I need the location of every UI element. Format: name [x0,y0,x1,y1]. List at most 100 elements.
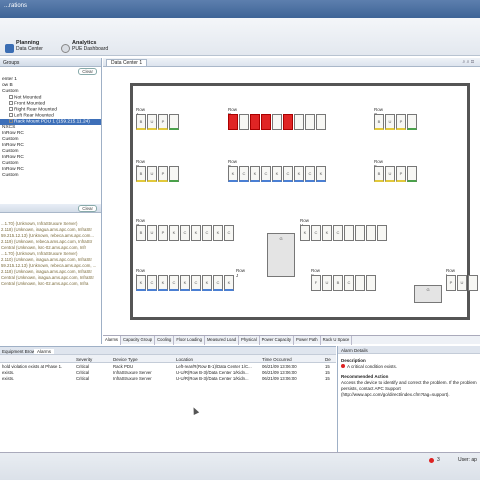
rack[interactable]: C [261,166,271,182]
tab-alarms[interactable]: Alarms [34,349,55,354]
checkbox-icon[interactable] [9,95,13,99]
view-tab[interactable]: Alarms [103,336,122,345]
rack[interactable]: U [147,114,157,130]
rack[interactable]: C [147,275,157,291]
rack[interactable]: U [147,166,157,182]
rack[interactable]: K [158,275,168,291]
view-tab[interactable]: Floor Loading [174,336,205,345]
rack[interactable]: C [239,166,249,182]
rack[interactable]: K [250,166,260,182]
rack[interactable]: K [202,275,212,291]
rack[interactable]: K [136,275,146,291]
view-tab[interactable]: Cooling [155,336,175,345]
rack[interactable]: P [446,275,456,291]
rack[interactable]: P [158,166,168,182]
cooling-unit[interactable]: G [267,233,295,277]
rack[interactable] [407,166,417,182]
rack[interactable]: C [180,225,190,241]
rack[interactable] [366,225,376,241]
rack[interactable]: U [385,114,395,130]
rack[interactable]: B [136,166,146,182]
col-time[interactable]: Time Occurred [262,357,292,362]
rack[interactable] [294,114,304,130]
rack[interactable]: K [294,166,304,182]
rack[interactable] [261,114,271,130]
rack[interactable] [355,225,365,241]
planning-perspective-button[interactable]: Planning Data Center [16,40,43,52]
rack[interactable]: B [136,114,146,130]
rack[interactable]: U [147,225,157,241]
table-row[interactable]: exists. Critical InfraStruxure Server U-U/R… [0,375,336,381]
tree-item[interactable]: Custom [0,173,101,179]
groups-clear-button[interactable]: Clear [78,68,97,75]
rack[interactable] [250,114,260,130]
view-tab[interactable]: Capacity Group [121,336,156,345]
checkbox-icon[interactable] [9,107,13,111]
rack[interactable]: K [228,166,238,182]
rack[interactable]: K [169,225,179,241]
checkbox-icon[interactable] [9,119,13,123]
view-tab[interactable]: Power Capacity [260,336,294,345]
col-location[interactable]: Location [176,357,193,362]
rack[interactable] [355,275,365,291]
rack[interactable]: K [272,166,282,182]
checkbox-icon[interactable] [9,101,13,105]
rack[interactable]: C [191,275,201,291]
rack[interactable] [316,114,326,130]
rack[interactable]: C [213,275,223,291]
rack[interactable] [239,114,249,130]
rack[interactable] [169,114,179,130]
rack[interactable]: U [457,275,467,291]
view-tab[interactable]: Measured Load [205,336,240,345]
rack[interactable] [377,225,387,241]
rack[interactable] [283,114,293,130]
rack[interactable]: K [180,275,190,291]
rack[interactable]: C [202,225,212,241]
rack[interactable]: K [322,225,332,241]
col-device-type[interactable]: Device Type [113,357,138,362]
rack[interactable]: P [396,114,406,130]
analytics-perspective-button[interactable]: Analytics PUE Dashboard [72,40,108,52]
rack[interactable]: B [136,225,146,241]
view-tab[interactable]: Physical [239,336,260,345]
rack[interactable] [305,114,315,130]
col-de[interactable]: De [325,357,331,362]
col-severity[interactable]: Severity [76,357,92,362]
rack[interactable]: K [191,225,201,241]
rack[interactable]: P [158,114,168,130]
rack[interactable]: C [283,166,293,182]
rack[interactable]: C [305,166,315,182]
log-clear-button[interactable]: Clear [78,205,97,212]
view-tab[interactable]: Power Path [294,336,321,345]
rack[interactable]: P [396,166,406,182]
rack[interactable] [272,114,282,130]
rack[interactable] [344,225,354,241]
tab-data-center-1[interactable]: Data Center 1 [106,59,148,67]
rack[interactable] [228,114,238,130]
rack[interactable]: K [300,225,310,241]
rack[interactable]: B [374,166,384,182]
rack[interactable]: B [374,114,384,130]
cooling-unit[interactable]: G [414,285,442,303]
rack[interactable]: B [333,275,343,291]
rack[interactable]: C [344,275,354,291]
rack[interactable]: C [224,225,234,241]
rack[interactable]: U [385,166,395,182]
rack[interactable]: U [322,275,332,291]
rack[interactable] [468,275,478,291]
rack[interactable]: C [169,275,179,291]
rack[interactable]: K [224,275,234,291]
rack[interactable] [366,275,376,291]
rack[interactable]: C [333,225,343,241]
checkbox-icon[interactable] [9,113,13,117]
rack[interactable] [407,114,417,130]
rack[interactable]: K [316,166,326,182]
rack[interactable]: F [311,275,321,291]
rack[interactable]: P [158,225,168,241]
view-tab[interactable]: Rack U Space [321,336,353,345]
rack[interactable] [169,166,179,182]
rack[interactable]: K [213,225,223,241]
alarm-status-icon[interactable] [429,458,434,463]
rack[interactable]: C [311,225,321,241]
zoom-icon[interactable]: ⌕ ⌕ ⊡ [462,59,474,65]
